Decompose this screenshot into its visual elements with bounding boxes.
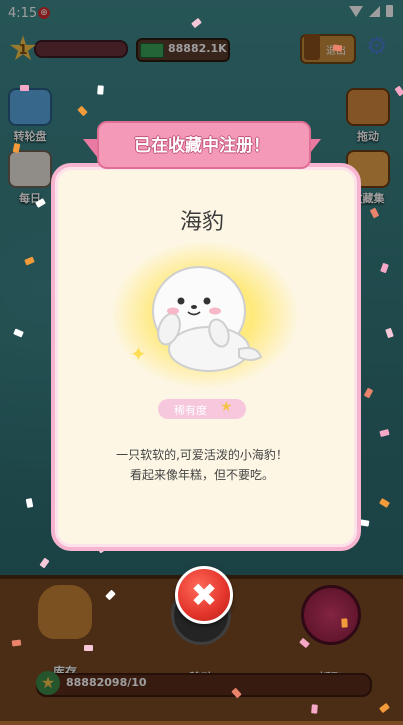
confetti-piece [20,85,29,91]
confetti-piece [341,618,348,628]
close-button[interactable]: ✖ [175,566,233,624]
confetti-piece [83,644,94,652]
description-line-1: 一只软软的,可爱活泼的小海豹！ [116,448,288,462]
seal-illustration [152,266,263,372]
confetti-piece [332,44,343,52]
confetti-piece [311,704,318,714]
description-line-2: 看起来像年糕，但不要吃。 [129,468,274,482]
ribbon-title: 已在收藏中注册！ [134,136,270,156]
confetti-piece [359,519,370,527]
animal-description: 一只软软的,可爱活泼的小海豹！ 看起来像年糕，但不要吃。 [51,445,353,485]
close-icon: ✖ [190,576,218,614]
title-ribbon: 已在收藏中注册！ [83,117,321,169]
confetti-piece [11,639,22,647]
rarity-star-icon: ★ [220,399,233,415]
ribbon-tail-left [83,139,97,157]
sparkle-icon: ✦ [130,342,147,366]
confetti-piece [97,85,104,95]
animal-name: 海豹 [179,210,224,235]
rarity-label: 稀有度 [174,404,207,417]
rarity-pill: 稀有度 ★ [158,399,246,419]
